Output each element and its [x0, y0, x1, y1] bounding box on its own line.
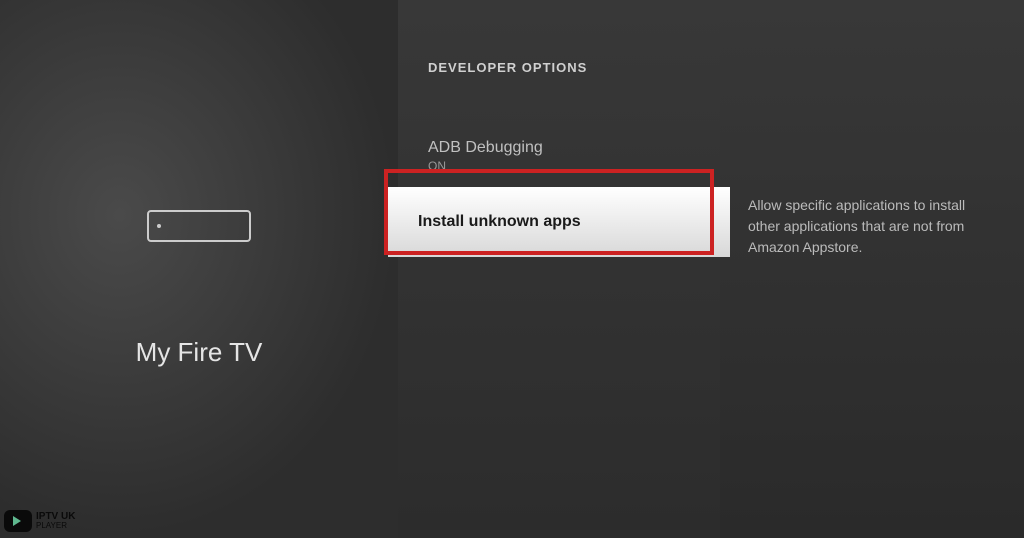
- device-name-label: My Fire TV: [136, 337, 263, 368]
- menu-item-status: ON: [428, 159, 690, 173]
- watermark: IPTV UK PLAYER: [4, 510, 75, 532]
- play-icon: [4, 510, 32, 532]
- description-panel: Allow specific applications to install o…: [720, 0, 1024, 538]
- menu-item-label: Install unknown apps: [418, 213, 700, 231]
- menu-item-install-unknown-apps[interactable]: Install unknown apps: [388, 187, 730, 257]
- settings-menu-panel: DEVELOPER OPTIONS ADB Debugging ON Insta…: [398, 0, 720, 538]
- option-description: Allow specific applications to install o…: [748, 195, 996, 258]
- section-title: DEVELOPER OPTIONS: [398, 60, 720, 75]
- watermark-text-line2: PLAYER: [36, 522, 75, 530]
- fire-tv-stick-icon: [147, 210, 251, 242]
- menu-item-adb-debugging[interactable]: ADB Debugging ON: [398, 125, 720, 187]
- menu-item-label: ADB Debugging: [428, 139, 690, 157]
- left-panel: My Fire TV: [0, 0, 398, 538]
